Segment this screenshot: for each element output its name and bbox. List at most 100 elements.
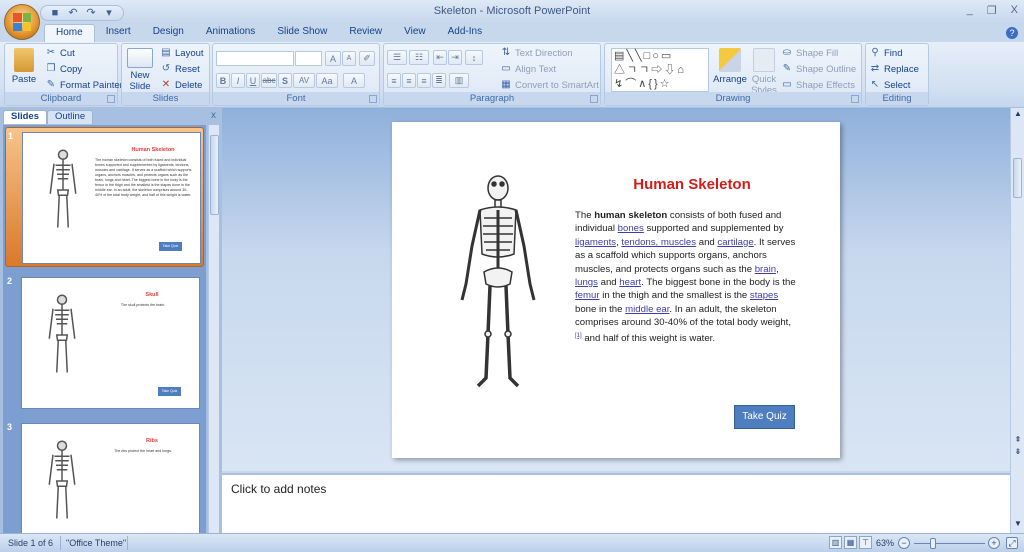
bold-button[interactable]: B	[216, 73, 230, 88]
italic-button[interactable]: I	[231, 73, 245, 88]
zoom-out-icon[interactable]: −	[898, 537, 910, 549]
change-case-button[interactable]: Aa	[316, 73, 338, 88]
panel-scrollbar[interactable]	[208, 125, 219, 533]
help-icon[interactable]: ?	[1006, 27, 1018, 39]
zoom-level[interactable]: 63%	[876, 538, 894, 548]
character-spacing-button[interactable]: AV	[293, 73, 315, 88]
text-direction-button[interactable]: ⇅ Text Direction	[500, 47, 573, 59]
link-femur[interactable]: femur	[575, 290, 600, 301]
clear-formatting-icon[interactable]: ✐	[359, 51, 375, 66]
copy-button[interactable]: ❐ Copy	[45, 63, 83, 75]
center-button[interactable]: ≡	[402, 73, 416, 88]
columns-button[interactable]: ▥	[449, 73, 469, 88]
layout-button[interactable]: ▤ Layout	[160, 47, 203, 59]
font-name-combo[interactable]	[216, 51, 294, 66]
underline-button[interactable]: U	[246, 73, 260, 88]
slide-show-view-icon[interactable]: ⊤	[859, 536, 872, 549]
shape-outline-button[interactable]: ✎ Shape Outline	[781, 63, 856, 75]
paste-button[interactable]: Paste	[9, 48, 39, 85]
redo-icon[interactable]: ↷	[85, 7, 97, 19]
tab-animations[interactable]: Animations	[195, 24, 266, 42]
minimize-button[interactable]: _	[967, 4, 973, 17]
close-button[interactable]: X	[1011, 4, 1018, 17]
bullets-button[interactable]: ☰	[387, 50, 407, 65]
skeleton-image[interactable]	[454, 174, 542, 394]
link-ligaments[interactable]: ligaments	[575, 237, 616, 248]
normal-view-icon[interactable]: ▥	[829, 536, 842, 549]
shape-effects-button[interactable]: ▭ Shape Effects	[781, 79, 855, 91]
current-slide[interactable]: Human Skeleton The human skeleton consis…	[392, 122, 840, 458]
slide-thumbnail-2[interactable]: 2 Skull The skull protects the brain. Ta…	[5, 273, 204, 413]
link-brain[interactable]: brain	[755, 264, 776, 275]
slide-sorter-view-icon[interactable]: ▦	[844, 536, 857, 549]
tab-view[interactable]: View	[393, 24, 437, 42]
save-icon[interactable]: ■	[49, 7, 61, 19]
next-slide-icon[interactable]: ⇟	[1012, 448, 1024, 456]
drawing-launcher-icon[interactable]	[851, 95, 859, 103]
take-quiz-button[interactable]: Take Quiz	[734, 405, 795, 429]
link-stapes[interactable]: stapes	[750, 290, 778, 301]
format-painter-button[interactable]: ✎ Format Painter	[45, 79, 123, 91]
grow-font-button[interactable]: A	[325, 51, 341, 66]
scroll-up-icon[interactable]: ▲	[1012, 110, 1024, 118]
text-shadow-button[interactable]: S	[278, 73, 292, 88]
justify-button[interactable]: ≣	[432, 73, 446, 88]
font-size-combo[interactable]	[295, 51, 322, 66]
strikethrough-button[interactable]: abc	[261, 73, 277, 88]
align-left-button[interactable]: ≡	[387, 73, 401, 88]
paragraph-launcher-icon[interactable]	[590, 95, 598, 103]
link-middle-ear[interactable]: middle ear	[625, 304, 669, 315]
scroll-down-icon[interactable]: ▼	[1012, 520, 1024, 528]
reference-link[interactable]: [1]	[575, 333, 582, 339]
link-bones[interactable]: bones	[618, 223, 644, 234]
restore-button[interactable]: ❐	[987, 4, 997, 17]
link-cartilage[interactable]: cartilage	[717, 237, 753, 248]
line-spacing-button[interactable]: ↕	[465, 50, 483, 65]
customize-qat-icon[interactable]: ▾	[103, 7, 115, 19]
replace-button[interactable]: ⇄ Replace	[869, 63, 919, 75]
select-button[interactable]: ↖ Select	[869, 79, 911, 91]
shapes-gallery[interactable]: ▤╲╲□○▭ △ㄱㄱ⇨⇩⌂ ↯⌒∧{}☆	[611, 48, 709, 92]
tab-design[interactable]: Design	[142, 24, 195, 42]
align-right-button[interactable]: ≡	[417, 73, 431, 88]
clipboard-launcher-icon[interactable]	[107, 95, 115, 103]
shape-fill-button[interactable]: ⛀ Shape Fill	[781, 47, 838, 59]
new-slide-button[interactable]: New Slide	[124, 48, 156, 92]
quick-styles-button[interactable]: Quick Styles	[749, 48, 779, 96]
font-launcher-icon[interactable]	[369, 95, 377, 103]
slide-title[interactable]: Human Skeleton	[622, 176, 762, 193]
arrange-button[interactable]: Arrange	[713, 48, 747, 85]
fit-to-window-icon[interactable]: ⤢	[1006, 537, 1018, 549]
decrease-indent-button[interactable]: ⇤	[433, 50, 447, 65]
font-color-button[interactable]: A	[343, 73, 365, 88]
undo-icon[interactable]: ↶	[67, 7, 79, 19]
zoom-slider-handle[interactable]	[930, 538, 936, 549]
tab-slide-show[interactable]: Slide Show	[266, 24, 338, 42]
increase-indent-button[interactable]: ⇥	[448, 50, 462, 65]
slide-scroll-thumb[interactable]	[1013, 158, 1022, 198]
tab-outline[interactable]: Outline	[47, 110, 94, 124]
notes-pane[interactable]: Click to add notes	[222, 473, 1010, 533]
slide-thumbnail-1[interactable]: 1 Human Skeleton The human skeleton cons…	[5, 127, 204, 267]
link-tendons-muscles[interactable]: tendons, muscles	[621, 237, 696, 248]
shrink-font-button[interactable]: A	[342, 51, 356, 66]
office-button[interactable]	[4, 4, 40, 40]
reset-button[interactable]: ↺ Reset	[160, 63, 200, 75]
tab-slides[interactable]: Slides	[3, 110, 47, 124]
link-lungs[interactable]: lungs	[575, 277, 598, 288]
numbering-button[interactable]: ☷	[409, 50, 429, 65]
zoom-slider[interactable]	[914, 543, 985, 544]
delete-slide-button[interactable]: ✕ Delete	[160, 79, 203, 91]
tab-home[interactable]: Home	[44, 24, 95, 42]
slide-body-text[interactable]: The human skeleton consists of both fuse…	[575, 209, 797, 345]
zoom-in-icon[interactable]: +	[988, 537, 1000, 549]
tab-review[interactable]: Review	[338, 24, 393, 42]
slide-scrollbar[interactable]: ▲ ⇞ ⇟ ▼	[1010, 108, 1024, 533]
find-button[interactable]: ⚲ Find	[869, 47, 902, 59]
tab-add-ins[interactable]: Add-Ins	[437, 24, 493, 42]
panel-close-icon[interactable]: x	[211, 110, 216, 121]
link-heart[interactable]: heart	[619, 277, 641, 288]
cut-button[interactable]: ✂ Cut	[45, 47, 75, 59]
previous-slide-icon[interactable]: ⇞	[1012, 436, 1024, 444]
panel-scroll-thumb[interactable]	[210, 135, 219, 215]
